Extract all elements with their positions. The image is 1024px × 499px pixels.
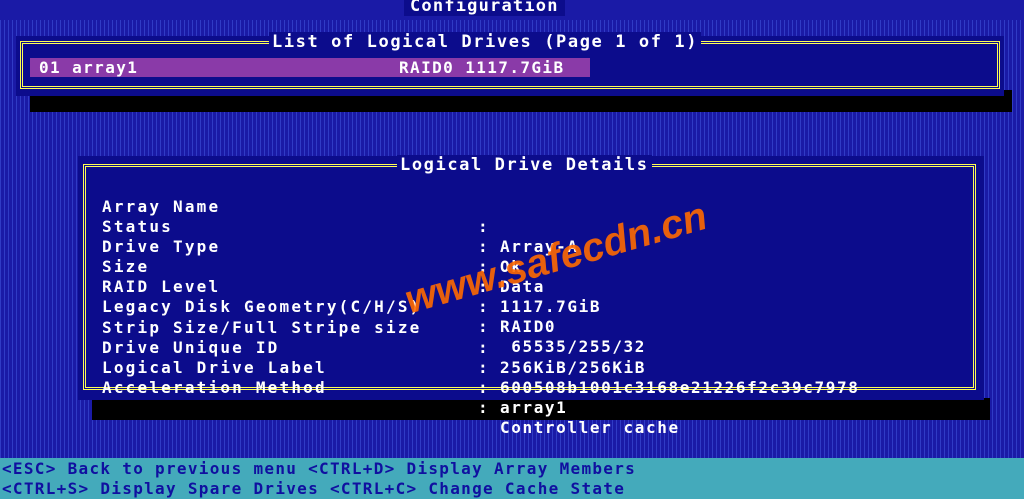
field-array-name: Array Name : Array-A bbox=[102, 177, 577, 256]
details-panel-title: Logical Drive Details bbox=[397, 155, 652, 175]
key-help-line-2: <CTRL+S> Display Spare Drives <CTRL+C> C… bbox=[2, 479, 626, 498]
logical-drive-name: 01 array1 bbox=[39, 58, 139, 77]
field-label: Acceleration Method bbox=[102, 377, 327, 397]
field-label: Strip Size/Full Stripe size bbox=[102, 317, 422, 337]
field-drive-type: Drive Type : Data bbox=[102, 217, 543, 296]
field-logical-drive-label: Logical Drive Label : array1 bbox=[102, 338, 566, 417]
field-raid-level: RAID Level : RAID0 bbox=[102, 257, 555, 336]
key-help-line-1: <ESC> Back to previous menu <CTRL+D> Dis… bbox=[2, 459, 637, 478]
field-value: RAID0 bbox=[500, 317, 557, 337]
logical-drive-raid-size: RAID0 1117.7GiB bbox=[399, 58, 565, 77]
field-drive-unique-id: Drive Unique ID : 600508b1001c3168e21226… bbox=[102, 318, 858, 397]
field-separator: : bbox=[478, 377, 488, 397]
key-help-footer: <ESC> Back to previous menu <CTRL+D> Dis… bbox=[0, 458, 1024, 499]
field-label: Legacy Disk Geometry(C/H/S) bbox=[102, 297, 422, 317]
field-separator: : bbox=[478, 357, 488, 377]
field-value: 1117.7GiB bbox=[500, 297, 602, 317]
field-separator: : bbox=[478, 217, 488, 236]
field-separator: : bbox=[478, 337, 488, 357]
field-value: 256KiB/256KiB bbox=[500, 357, 647, 377]
field-status: Status : Ok bbox=[102, 197, 521, 276]
field-separator: : bbox=[478, 317, 488, 337]
field-acceleration-method: Acceleration Method : Controller cache bbox=[102, 358, 678, 437]
field-value: 600508b1001c3168e21226f2c39c7978 bbox=[500, 377, 860, 397]
field-size: Size : 1117.7GiB bbox=[102, 237, 600, 316]
screen-title: Configuration bbox=[404, 0, 565, 16]
field-separator: : bbox=[478, 397, 488, 417]
logical-drive-row-selected[interactable]: 01 array1 RAID0 1117.7GiB bbox=[30, 58, 590, 77]
field-value: Controller cache bbox=[500, 417, 680, 437]
field-strip-size: Strip Size/Full Stripe size : 256KiB/256… bbox=[102, 298, 644, 377]
field-legacy-disk-geometry: Legacy Disk Geometry(C/H/S) : 65535/255/… bbox=[102, 277, 644, 356]
field-value: 65535/255/32 bbox=[500, 337, 647, 357]
field-value: array1 bbox=[500, 397, 568, 417]
title-bar: Configuration bbox=[0, 0, 1024, 20]
logical-drives-panel-title: List of Logical Drives (Page 1 of 1) bbox=[269, 32, 702, 52]
details-field-list: Array Name : Array-A Status : Ok Drive T… bbox=[102, 177, 858, 437]
